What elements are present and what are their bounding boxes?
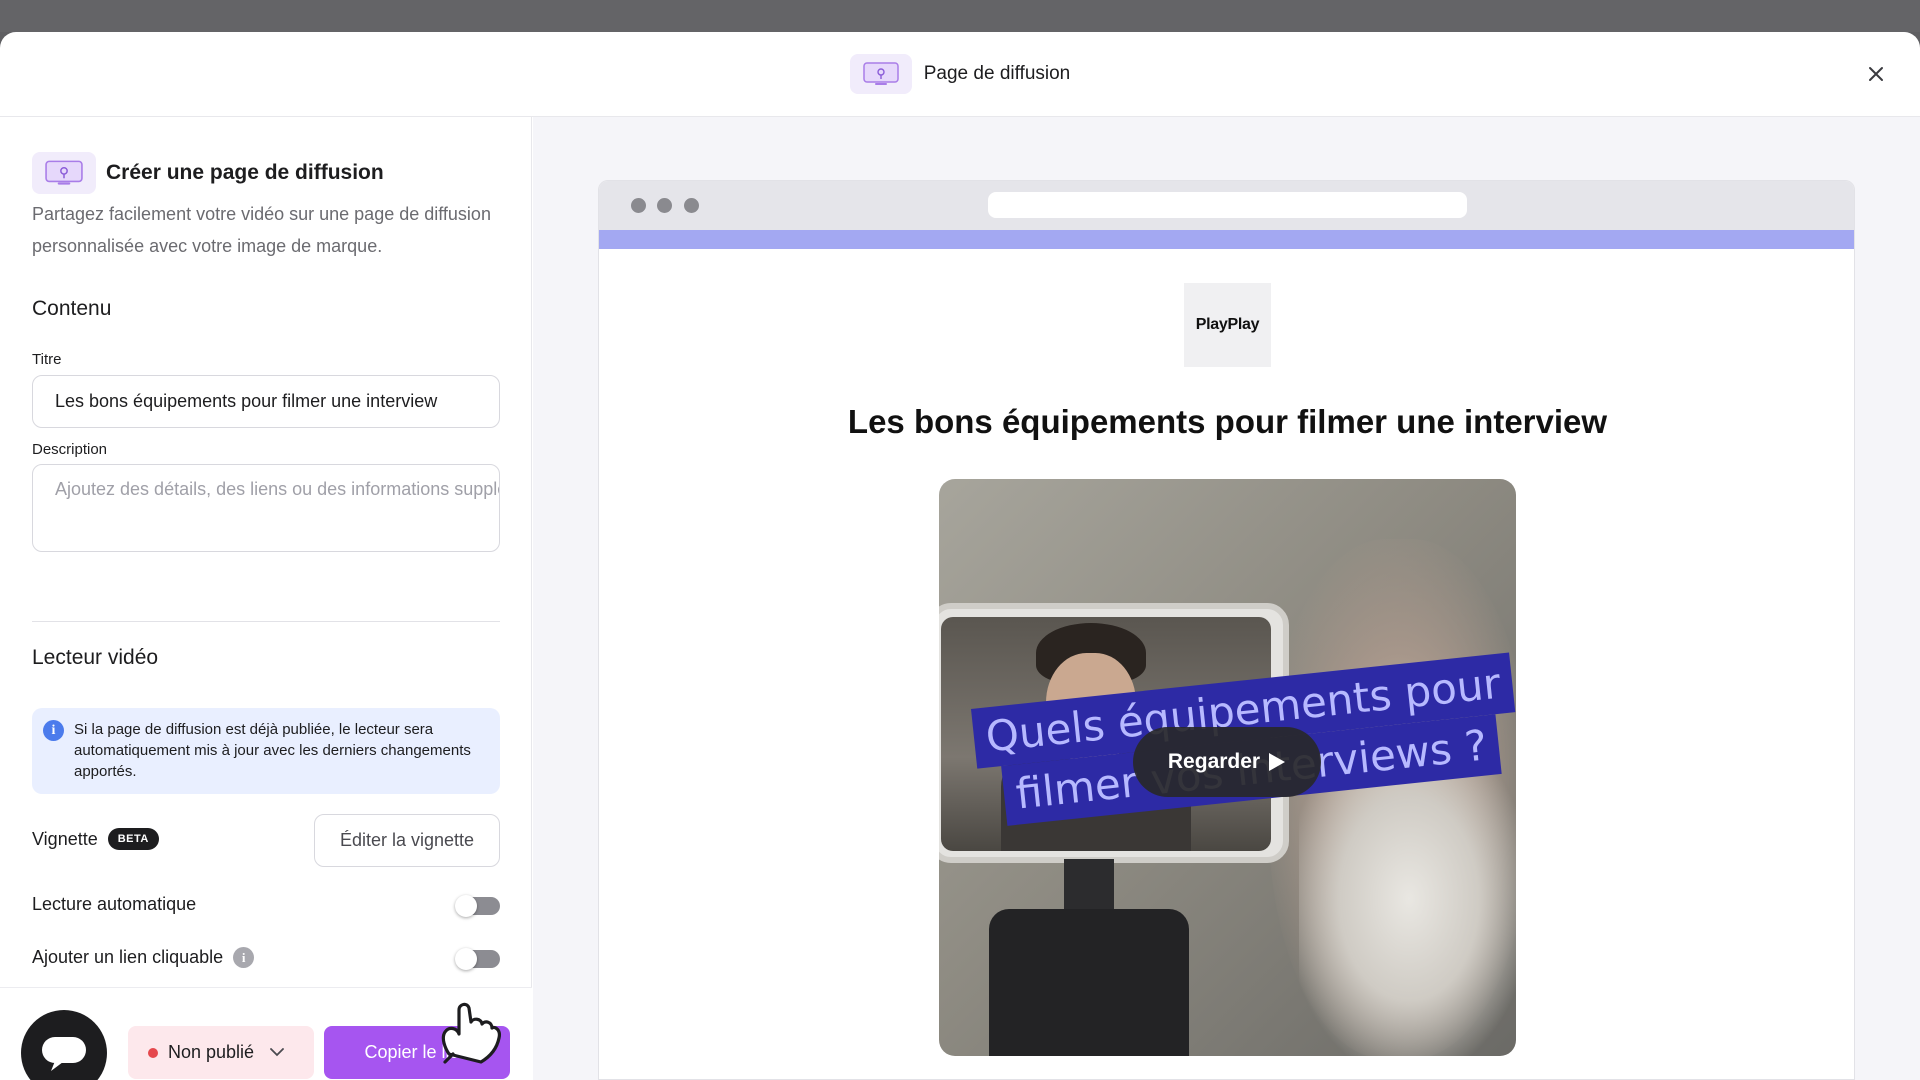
chat-support-button[interactable] — [21, 1010, 107, 1080]
player-section-title: Lecteur vidéo — [32, 646, 159, 669]
brand-logo: PlayPlay — [1184, 283, 1271, 367]
modal-header-title-group: Page de diffusion — [849, 54, 1071, 94]
autoplay-label-text: Lecture automatique — [32, 894, 197, 914]
url-bar — [988, 192, 1467, 218]
publish-status-dropdown[interactable]: Non publié — [128, 1026, 314, 1079]
close-icon — [1869, 67, 1883, 81]
settings-panel: Créer une page de diffusion Partagez fac… — [0, 117, 532, 1080]
status-label: Non publié — [168, 1042, 255, 1062]
thumbnail-row: Vignette BETA — [32, 828, 159, 850]
status-dot — [148, 1047, 158, 1058]
create-title: Créer une page de diffusion — [106, 161, 384, 184]
window-dot — [657, 198, 672, 213]
chevron-down-icon — [270, 1048, 284, 1057]
content-section-title: Contenu — [32, 297, 112, 320]
clickable-link-toggle[interactable] — [455, 948, 500, 970]
chat-bubble-icon — [42, 1037, 86, 1071]
info-text: Si la page de diffusion est déjà publiée… — [74, 721, 471, 780]
broadcast-page-icon — [32, 152, 96, 194]
background-app-strip — [0, 0, 1920, 32]
autoplay-label: Lecture automatique — [32, 894, 196, 915]
broadcast-page-modal: Page de diffusion Créer une page de diff… — [0, 32, 1920, 1080]
video-player[interactable]: Quels équipements pour filmer vos interv… — [939, 479, 1516, 1056]
close-button[interactable] — [1860, 58, 1892, 90]
preview-area: PlayPlay Les bons équipements pour filme… — [533, 117, 1920, 1080]
window-dot — [631, 198, 646, 213]
browser-mockup: PlayPlay Les bons équipements pour filme… — [598, 180, 1855, 1080]
watch-button-label: Regarder — [1167, 750, 1261, 773]
browser-bar — [599, 181, 1854, 230]
title-input[interactable] — [32, 375, 500, 428]
help-icon[interactable]: i — [233, 947, 255, 968]
modal-header: Page de diffusion — [0, 32, 1920, 117]
section-divider — [32, 621, 500, 622]
description-textarea[interactable] — [32, 464, 500, 552]
clickable-link-row: Ajouter un lien cliquable i — [32, 947, 255, 968]
modal-title: Page de diffusion — [923, 63, 1071, 84]
watch-button[interactable]: Regarder — [1133, 727, 1321, 797]
play-icon — [1269, 753, 1286, 771]
edit-thumbnail-button[interactable]: Éditer la vignette — [314, 814, 500, 867]
broadcast-page-icon — [849, 54, 912, 94]
thumbnail-label: Vignette — [32, 828, 98, 849]
video-tripod — [989, 909, 1189, 1056]
preview-page-title: Les bons équipements pour filmer une int… — [847, 403, 1608, 440]
create-section-header: Créer une page de diffusion — [32, 152, 384, 194]
brand-color-strip — [599, 230, 1854, 249]
info-message: i Si la page de diffusion est déjà publi… — [32, 708, 500, 794]
window-dot — [684, 198, 699, 213]
pointer-hand-icon — [441, 1002, 501, 1064]
create-description: Partagez facilement votre vidéo sur une … — [32, 204, 491, 256]
title-label: Titre — [32, 351, 62, 368]
description-label: Description — [32, 441, 108, 458]
info-icon: i — [43, 720, 64, 741]
panel-footer: Non publié Copier le lien — [0, 987, 532, 1080]
clickable-link-label: Ajouter un lien cliquable — [32, 947, 224, 967]
autoplay-toggle[interactable] — [455, 895, 500, 917]
beta-badge: BETA — [107, 828, 159, 850]
